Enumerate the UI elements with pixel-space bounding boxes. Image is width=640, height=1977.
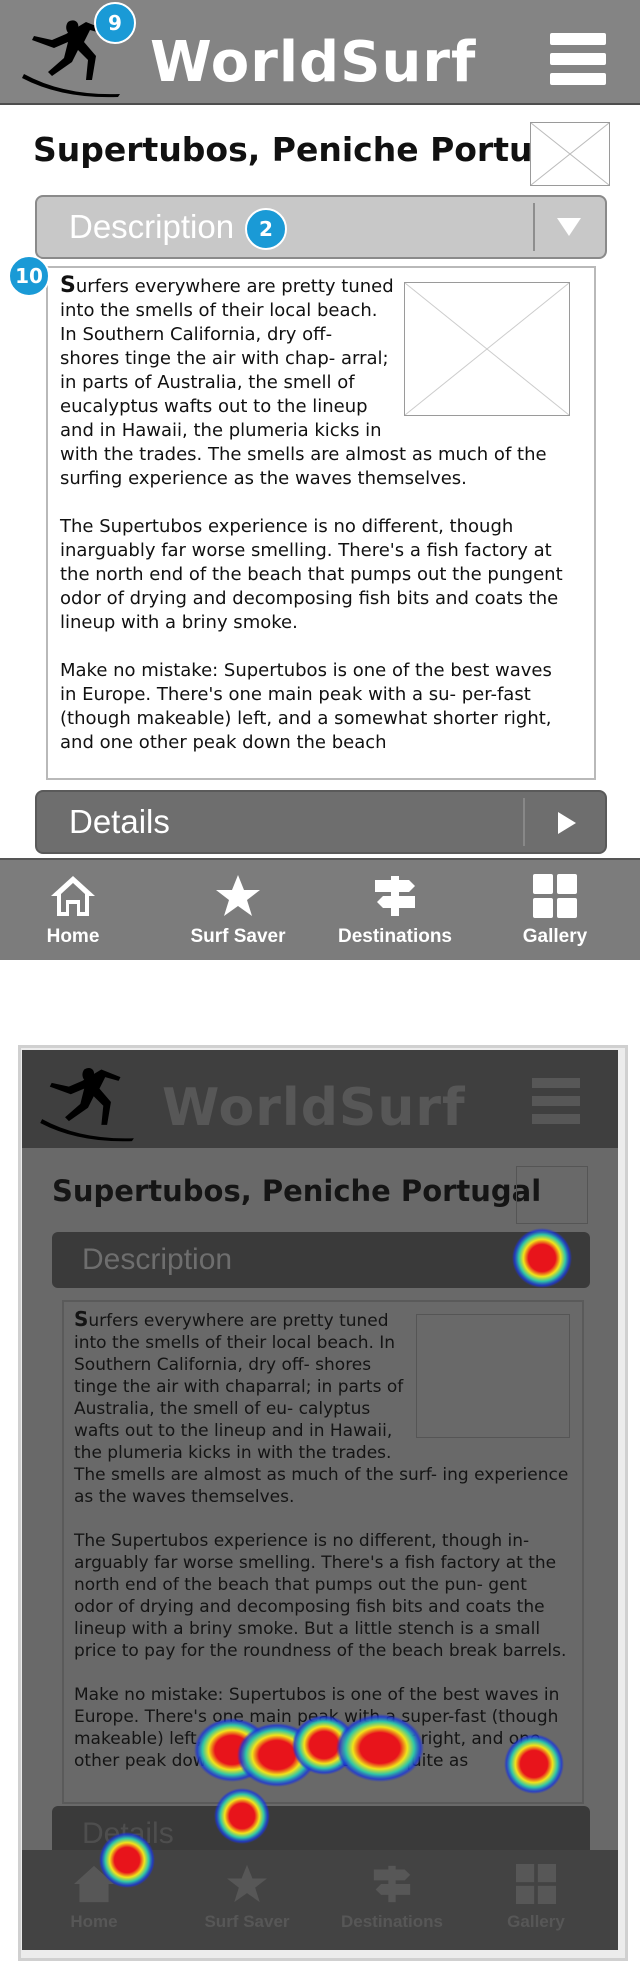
annotation-badge-logo: 9 bbox=[94, 2, 136, 44]
details-accordion[interactable]: Details bbox=[35, 790, 607, 854]
signpost-icon bbox=[375, 876, 415, 916]
drop-cap: S bbox=[60, 273, 76, 298]
nav-item-destinations[interactable]: Destinations bbox=[325, 874, 465, 948]
heatmap-screen: WorldSurf Supertubos, Peniche Portugal D… bbox=[22, 1050, 618, 1950]
triangle-down-icon[interactable] bbox=[555, 215, 583, 239]
heatmap-overlay bbox=[99, 1228, 572, 1888]
heat-spot bbox=[99, 1832, 155, 1888]
home-icon bbox=[51, 876, 95, 916]
hamburger-icon[interactable] bbox=[550, 33, 606, 89]
image-placeholder-icon bbox=[530, 122, 610, 186]
nav-item-gallery[interactable]: Gallery bbox=[485, 874, 625, 948]
triangle-right-icon[interactable] bbox=[555, 810, 579, 836]
nav-item-surf-saver[interactable]: Surf Saver bbox=[168, 874, 308, 948]
heat-spot bbox=[504, 1734, 564, 1794]
details-label: Details bbox=[69, 803, 170, 840]
heat-spot bbox=[336, 1714, 424, 1782]
nav-item-home[interactable]: Home bbox=[3, 874, 143, 948]
bottom-navigation: Home Surf Saver Destinations Gallery bbox=[0, 858, 640, 960]
nav-label: Destinations bbox=[337, 926, 453, 947]
description-text: Surfers everywhere are pretty tuned into… bbox=[60, 273, 570, 778]
annotation-badge-description: 2 bbox=[245, 208, 287, 250]
nav-label: Gallery bbox=[522, 926, 588, 947]
description-label: Description bbox=[69, 208, 235, 245]
description-accordion[interactable]: Description bbox=[35, 195, 607, 259]
grid-icon bbox=[533, 874, 577, 918]
nav-label: Surf Saver bbox=[190, 926, 286, 947]
description-content: Surfers everywhere are pretty tuned into… bbox=[46, 266, 596, 780]
annotation-badge-text: 10 bbox=[8, 255, 50, 297]
page-title: Supertubos, Peniche Portugal bbox=[33, 130, 590, 169]
star-icon bbox=[216, 875, 260, 916]
description-image-placeholder bbox=[404, 282, 570, 416]
heat-spot bbox=[512, 1228, 572, 1288]
divider bbox=[523, 798, 525, 846]
heat-spot bbox=[214, 1788, 270, 1844]
divider bbox=[533, 203, 535, 251]
description-paragraph: Make no mistake: Supertubos is one of th… bbox=[60, 660, 552, 753]
nav-label: Home bbox=[46, 926, 100, 947]
app-logo-text: WorldSurf bbox=[150, 30, 477, 95]
description-paragraph: The Supertubos experience is no differen… bbox=[60, 516, 563, 633]
